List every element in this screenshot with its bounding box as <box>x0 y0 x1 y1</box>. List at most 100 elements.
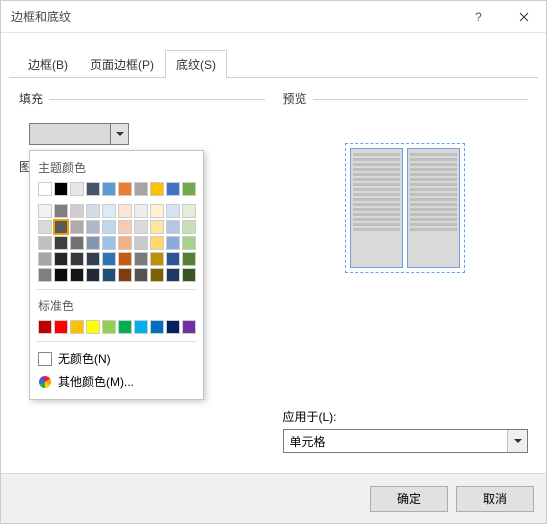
cancel-button[interactable]: 取消 <box>456 486 534 512</box>
color-swatch[interactable] <box>182 220 196 234</box>
color-swatch[interactable] <box>166 204 180 218</box>
fill-color-swatch <box>30 124 110 144</box>
color-swatch[interactable] <box>182 236 196 250</box>
tab-content: 填充 图 主题颜色 标准色 无颜色( <box>1 78 546 473</box>
color-swatch[interactable] <box>54 268 68 282</box>
color-swatch[interactable] <box>182 182 196 196</box>
color-swatch[interactable] <box>182 204 196 218</box>
color-swatch[interactable] <box>166 268 180 282</box>
fill-color-dropdown-button[interactable] <box>110 124 128 144</box>
color-swatch[interactable] <box>102 320 116 334</box>
preview-area <box>283 143 529 273</box>
color-swatch[interactable] <box>118 268 132 282</box>
color-swatch[interactable] <box>150 268 164 282</box>
apply-to-dropdown-button[interactable] <box>507 430 527 452</box>
help-button[interactable]: ? <box>456 2 501 32</box>
color-swatch[interactable] <box>70 320 84 334</box>
color-swatch[interactable] <box>86 204 100 218</box>
tab-page-borders[interactable]: 页面边框(P) <box>79 50 165 78</box>
color-swatch[interactable] <box>134 204 148 218</box>
color-swatch[interactable] <box>166 236 180 250</box>
color-swatch[interactable] <box>38 220 52 234</box>
color-swatch[interactable] <box>166 252 180 266</box>
color-swatch[interactable] <box>86 236 100 250</box>
color-swatch[interactable] <box>54 236 68 250</box>
no-color-swatch-icon <box>38 352 52 366</box>
color-swatch[interactable] <box>70 220 84 234</box>
standard-colors-label: 标准色 <box>36 295 197 318</box>
no-color-label: 无颜色(N) <box>58 350 111 367</box>
color-swatch[interactable] <box>86 268 100 282</box>
color-swatch[interactable] <box>38 204 52 218</box>
color-swatch[interactable] <box>150 204 164 218</box>
color-swatch[interactable] <box>102 220 116 234</box>
color-swatch[interactable] <box>118 182 132 196</box>
color-picker-popup: 主题颜色 标准色 无颜色(N) <box>29 150 204 400</box>
color-swatch[interactable] <box>54 204 68 218</box>
color-swatch[interactable] <box>150 252 164 266</box>
color-swatch[interactable] <box>54 182 68 196</box>
color-swatch[interactable] <box>134 182 148 196</box>
ok-button[interactable]: 确定 <box>370 486 448 512</box>
color-swatch[interactable] <box>150 220 164 234</box>
color-swatch[interactable] <box>150 182 164 196</box>
color-swatch[interactable] <box>54 220 68 234</box>
color-swatch[interactable] <box>38 236 52 250</box>
close-button[interactable] <box>501 2 546 32</box>
color-swatch[interactable] <box>134 220 148 234</box>
theme-colors-label: 主题颜色 <box>36 157 197 180</box>
borders-shading-dialog: 边框和底纹 ? 边框(B) 页面边框(P) 底纹(S) 填充 图 主题颜色 <box>0 0 547 524</box>
color-swatch[interactable] <box>166 182 180 196</box>
color-swatch[interactable] <box>182 268 196 282</box>
color-swatch[interactable] <box>70 236 84 250</box>
color-swatch[interactable] <box>38 268 52 282</box>
preview-cell-outline <box>345 143 465 273</box>
no-color-item[interactable]: 无颜色(N) <box>36 347 197 370</box>
color-swatch[interactable] <box>166 320 180 334</box>
color-swatch[interactable] <box>182 252 196 266</box>
fill-color-combo[interactable] <box>29 123 129 145</box>
color-swatch[interactable] <box>150 236 164 250</box>
apply-to-label: 应用于(L): <box>283 408 529 425</box>
color-swatch[interactable] <box>134 320 148 334</box>
color-swatch[interactable] <box>118 236 132 250</box>
color-swatch[interactable] <box>86 252 100 266</box>
color-swatch[interactable] <box>86 320 100 334</box>
color-swatch[interactable] <box>118 320 132 334</box>
color-swatch[interactable] <box>102 204 116 218</box>
dialog-footer: 确定 取消 <box>1 473 546 523</box>
tab-shading[interactable]: 底纹(S) <box>165 50 227 78</box>
color-swatch[interactable] <box>70 252 84 266</box>
color-swatch[interactable] <box>70 268 84 282</box>
color-swatch[interactable] <box>102 252 116 266</box>
color-swatch[interactable] <box>54 320 68 334</box>
color-swatch[interactable] <box>182 320 196 334</box>
left-column: 填充 图 主题颜色 标准色 无颜色( <box>19 90 265 473</box>
color-swatch[interactable] <box>102 236 116 250</box>
color-swatch[interactable] <box>54 252 68 266</box>
color-swatch[interactable] <box>150 320 164 334</box>
color-swatch[interactable] <box>118 252 132 266</box>
color-swatch[interactable] <box>134 236 148 250</box>
apply-to-combo[interactable]: 单元格 <box>283 429 529 453</box>
color-swatch[interactable] <box>118 220 132 234</box>
color-swatch[interactable] <box>38 252 52 266</box>
color-swatch[interactable] <box>134 268 148 282</box>
color-swatch[interactable] <box>118 204 132 218</box>
color-swatch[interactable] <box>134 252 148 266</box>
theme-color-row <box>36 180 197 198</box>
color-swatch[interactable] <box>70 204 84 218</box>
right-column: 预览 应用于(L): 单元格 <box>283 90 529 473</box>
color-swatch[interactable] <box>102 268 116 282</box>
tab-borders[interactable]: 边框(B) <box>17 50 79 78</box>
color-swatch[interactable] <box>38 182 52 196</box>
tab-bar: 边框(B) 页面边框(P) 底纹(S) <box>9 41 538 78</box>
color-swatch[interactable] <box>70 182 84 196</box>
more-colors-item[interactable]: 其他颜色(M)... <box>36 370 197 393</box>
color-swatch[interactable] <box>166 220 180 234</box>
chevron-down-icon <box>116 132 124 136</box>
color-swatch[interactable] <box>86 220 100 234</box>
color-swatch[interactable] <box>102 182 116 196</box>
color-swatch[interactable] <box>38 320 52 334</box>
color-swatch[interactable] <box>86 182 100 196</box>
